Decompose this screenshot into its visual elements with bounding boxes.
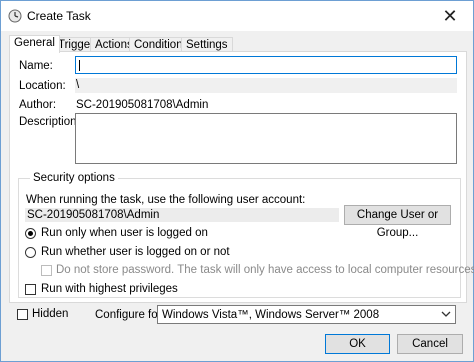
close-icon: ✕ (442, 5, 458, 26)
no-store-password-checkbox[interactable] (41, 265, 52, 276)
author-label: Author: (19, 99, 57, 111)
location-field: \ (75, 78, 457, 93)
hidden-label[interactable]: Hidden (32, 308, 68, 320)
account-field: SC-201905081708\Admin (25, 208, 339, 222)
security-options-title: Security options (30, 172, 118, 184)
location-label: Location: (19, 80, 66, 92)
highest-privileges-label[interactable]: Run with highest privileges (41, 283, 178, 295)
create-task-window: Create Task ✕ General Triggers Actions C… (0, 0, 474, 362)
close-button[interactable]: ✕ (427, 1, 473, 31)
task-scheduler-icon (8, 9, 22, 23)
run-logged-on-label[interactable]: Run only when user is logged on (41, 227, 208, 239)
run-whether-radio[interactable] (25, 247, 36, 258)
author-value: SC-201905081708\Admin (76, 99, 209, 111)
chevron-down-icon (441, 311, 451, 317)
account-prompt: When running the task, use the following… (26, 194, 306, 206)
change-user-button[interactable]: Change User or Group... (344, 205, 451, 239)
tab-settings[interactable]: Settings (181, 37, 233, 52)
ok-button[interactable]: OK (325, 334, 390, 354)
name-label: Name: (19, 60, 53, 72)
window-title: Create Task (27, 9, 91, 23)
hidden-checkbox[interactable] (17, 309, 28, 320)
run-whether-label[interactable]: Run whether user is logged on or not (41, 246, 230, 258)
configure-select[interactable]: Windows Vista™, Windows Server™ 2008 (157, 305, 456, 324)
description-input[interactable] (75, 113, 457, 164)
description-label: Description: (19, 116, 80, 128)
cancel-button[interactable]: Cancel (397, 334, 463, 354)
configure-label: Configure for: (95, 309, 165, 321)
highest-privileges-checkbox[interactable] (25, 284, 36, 295)
no-store-password-label: Do not store password. The task will onl… (56, 264, 474, 276)
name-input[interactable] (75, 56, 457, 74)
text-caret (79, 60, 80, 71)
title-bar[interactable]: Create Task ✕ (1, 1, 473, 31)
configure-value: Windows Vista™, Windows Server™ 2008 (162, 309, 380, 321)
radio-selected-dot (28, 231, 33, 236)
account-value: SC-201905081708\Admin (27, 209, 160, 221)
general-panel: Name: Location: \ Author: SC-20190508170… (9, 51, 474, 303)
location-value: \ (76, 79, 80, 91)
run-logged-on-radio[interactable] (25, 228, 36, 239)
tab-general[interactable]: General (9, 35, 60, 53)
